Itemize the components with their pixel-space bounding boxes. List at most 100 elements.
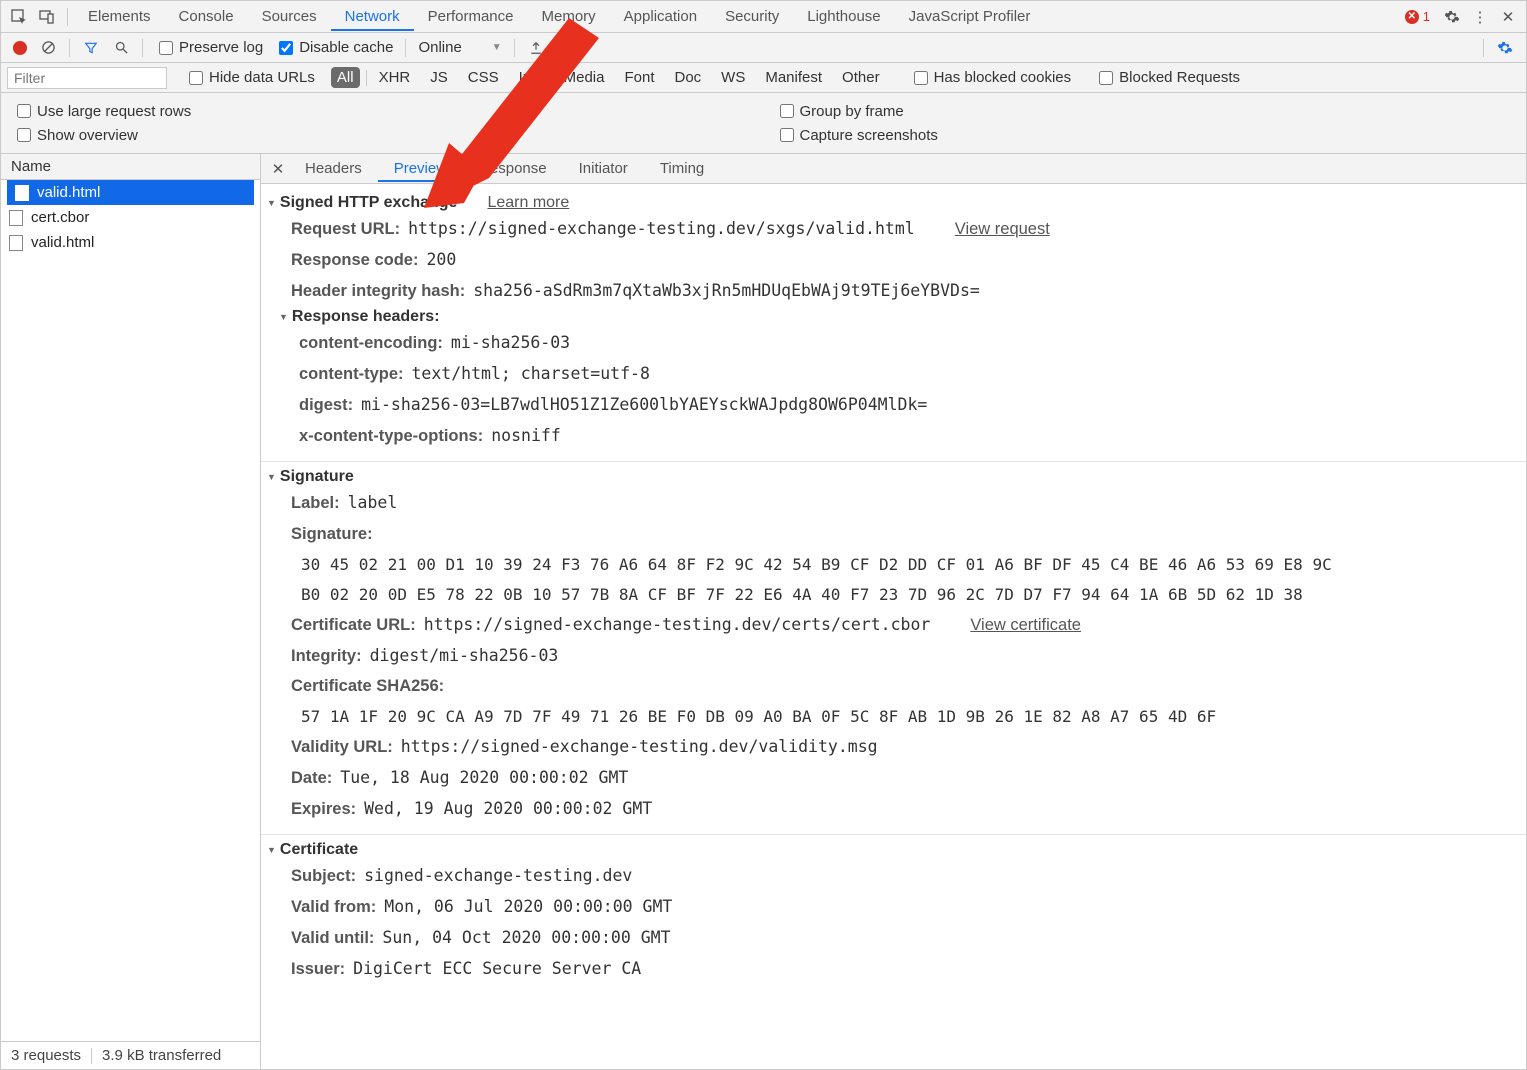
has-blocked-label: Has blocked cookies bbox=[934, 69, 1072, 86]
subtab-preview[interactable]: Preview bbox=[378, 155, 463, 182]
xcto-label: x-content-type-options: bbox=[299, 424, 483, 449]
has-blocked-cookies-checkbox[interactable]: Has blocked cookies bbox=[910, 68, 1072, 88]
tab-application[interactable]: Application bbox=[610, 2, 711, 31]
tab-elements[interactable]: Elements bbox=[74, 2, 165, 31]
capture-screenshots-label: Capture screenshots bbox=[800, 127, 938, 144]
disable-cache-checkbox[interactable]: Disable cache bbox=[275, 38, 393, 58]
view-certificate-link[interactable]: View certificate bbox=[970, 613, 1081, 638]
request-row[interactable]: valid.html bbox=[7, 180, 254, 205]
error-indicator[interactable]: ✕1 bbox=[1405, 9, 1430, 24]
type-filter-js[interactable]: JS bbox=[424, 67, 454, 88]
download-icon[interactable] bbox=[555, 37, 577, 59]
hide-data-urls-label: Hide data URLs bbox=[209, 69, 315, 86]
subtab-timing[interactable]: Timing bbox=[644, 155, 720, 182]
more-icon[interactable]: ⋮ bbox=[1468, 5, 1492, 29]
request-row[interactable]: valid.html bbox=[1, 230, 260, 255]
tab-javascript-profiler[interactable]: JavaScript Profiler bbox=[895, 2, 1045, 31]
error-count: 1 bbox=[1423, 9, 1430, 24]
type-filter-media[interactable]: Media bbox=[558, 67, 611, 88]
type-filters: All XHR JS CSS Img Media Font Doc WS Manifest Othe… bbox=[327, 67, 890, 88]
content-type-label: content-type: bbox=[299, 362, 404, 387]
tab-network[interactable]: Network bbox=[331, 2, 414, 31]
type-filter-manifest[interactable]: Manifest bbox=[759, 67, 828, 88]
type-filter-doc[interactable]: Doc bbox=[668, 67, 707, 88]
clear-icon[interactable] bbox=[37, 37, 59, 59]
signature-title[interactable]: Signature bbox=[261, 466, 1526, 488]
tab-security[interactable]: Security bbox=[711, 2, 793, 31]
group-by-frame-checkbox[interactable]: Group by frame bbox=[776, 101, 904, 121]
header-integrity-value: sha256-aSdRm3m7qXtaWb3xjRn5mHDUqEbWAj9t9… bbox=[473, 279, 980, 304]
type-filter-css[interactable]: CSS bbox=[462, 67, 505, 88]
device-toggle-icon[interactable] bbox=[35, 5, 59, 29]
gear-icon[interactable] bbox=[1440, 5, 1464, 29]
upload-icon[interactable] bbox=[525, 37, 547, 59]
file-icon bbox=[9, 235, 23, 251]
signature-section: Signature Label:label Signature: 30 45 0… bbox=[261, 462, 1526, 835]
subject-label: Subject: bbox=[291, 864, 356, 889]
certificate-section: Certificate Subject:signed-exchange-test… bbox=[261, 835, 1526, 994]
header-integrity-label: Header integrity hash: bbox=[291, 279, 465, 304]
sxg-title[interactable]: Signed HTTP exchangeLearn more bbox=[261, 192, 1526, 214]
signature-hex-2: B0 02 20 0D E5 78 22 0B 10 57 7B 8A CF B… bbox=[261, 580, 1526, 610]
date-label: Date: bbox=[291, 766, 332, 791]
type-filter-img[interactable]: Img bbox=[513, 67, 550, 88]
request-row[interactable]: cert.cbor bbox=[1, 205, 260, 230]
close-icon[interactable]: ✕ bbox=[1496, 5, 1520, 29]
show-overview-checkbox[interactable]: Show overview bbox=[13, 125, 138, 145]
type-filter-font[interactable]: Font bbox=[618, 67, 660, 88]
requests-count: 3 requests bbox=[11, 1047, 81, 1064]
integrity-value: digest/mi-sha256-03 bbox=[370, 644, 559, 669]
throttling-select[interactable]: Online▼ bbox=[418, 39, 501, 56]
view-request-link[interactable]: View request bbox=[955, 217, 1050, 242]
tab-performance[interactable]: Performance bbox=[414, 2, 528, 31]
record-button[interactable] bbox=[13, 41, 27, 55]
type-filter-all[interactable]: All bbox=[331, 67, 360, 88]
request-url-label: Request URL: bbox=[291, 217, 400, 242]
network-settings-icon[interactable] bbox=[1494, 37, 1516, 59]
subtab-headers[interactable]: Headers bbox=[289, 155, 378, 182]
digest-label: digest: bbox=[299, 393, 353, 418]
certificate-title[interactable]: Certificate bbox=[261, 839, 1526, 861]
subtab-initiator[interactable]: Initiator bbox=[563, 155, 644, 182]
search-icon[interactable] bbox=[110, 37, 132, 59]
xcto-value: nosniff bbox=[491, 424, 561, 449]
type-filter-ws[interactable]: WS bbox=[715, 67, 751, 88]
validity-value: https://signed-exchange-testing.dev/vali… bbox=[401, 735, 878, 760]
cert-url-label: Certificate URL: bbox=[291, 613, 416, 638]
tab-memory[interactable]: Memory bbox=[528, 2, 610, 31]
preserve-log-checkbox[interactable]: Preserve log bbox=[155, 38, 263, 58]
divider bbox=[67, 8, 68, 26]
learn-more-link[interactable]: Learn more bbox=[487, 194, 569, 212]
capture-screenshots-checkbox[interactable]: Capture screenshots bbox=[776, 125, 938, 145]
valid-until-value: Sun, 04 Oct 2020 00:00:00 GMT bbox=[382, 926, 670, 951]
tab-sources[interactable]: Sources bbox=[248, 2, 331, 31]
blocked-requests-checkbox[interactable]: Blocked Requests bbox=[1095, 68, 1240, 88]
status-bar: 3 requests 3.9 kB transferred bbox=[1, 1041, 261, 1069]
subtab-response[interactable]: Response bbox=[463, 155, 563, 182]
tab-console[interactable]: Console bbox=[165, 2, 248, 31]
filter-input[interactable] bbox=[7, 67, 167, 89]
main-tabbar: ElementsConsoleSourcesNetworkPerformance… bbox=[1, 1, 1526, 33]
hide-data-urls-checkbox[interactable]: Hide data URLs bbox=[185, 68, 315, 88]
integrity-label: Integrity: bbox=[291, 644, 362, 669]
cert-sha-value: 57 1A 1F 20 9C CA A9 7D 7F 49 71 26 BE F… bbox=[261, 702, 1526, 732]
filter-row: Hide data URLs All XHR JS CSS Img Media Font Do… bbox=[1, 63, 1526, 93]
filter-icon[interactable] bbox=[80, 37, 102, 59]
tab-lighthouse[interactable]: Lighthouse bbox=[793, 2, 894, 31]
large-rows-checkbox[interactable]: Use large request rows bbox=[13, 101, 191, 121]
preserve-log-label: Preserve log bbox=[179, 39, 263, 56]
type-filter-other[interactable]: Other bbox=[836, 67, 886, 88]
group-by-frame-label: Group by frame bbox=[800, 103, 904, 120]
inspect-icon[interactable] bbox=[7, 5, 31, 29]
signature-label: Signature: bbox=[291, 522, 373, 547]
response-headers-title[interactable]: Response headers: bbox=[261, 306, 1526, 328]
digest-value: mi-sha256-03=LB7wdlHO51Z1Ze600lbYAEYsckW… bbox=[361, 393, 927, 418]
cert-url-value: https://signed-exchange-testing.dev/cert… bbox=[424, 613, 931, 638]
top-tabs: ElementsConsoleSourcesNetworkPerformance… bbox=[74, 2, 1044, 31]
request-list-panel: Name valid.htmlcert.cborvalid.html bbox=[1, 154, 261, 1041]
type-filter-xhr[interactable]: XHR bbox=[373, 67, 417, 88]
detail-tabs: ✕ HeadersPreviewResponseInitiatorTiming bbox=[261, 154, 1526, 184]
expires-label: Expires: bbox=[291, 797, 356, 822]
close-icon[interactable]: ✕ bbox=[267, 158, 289, 180]
detail-content: Signed HTTP exchangeLearn more Request U… bbox=[261, 184, 1526, 1041]
